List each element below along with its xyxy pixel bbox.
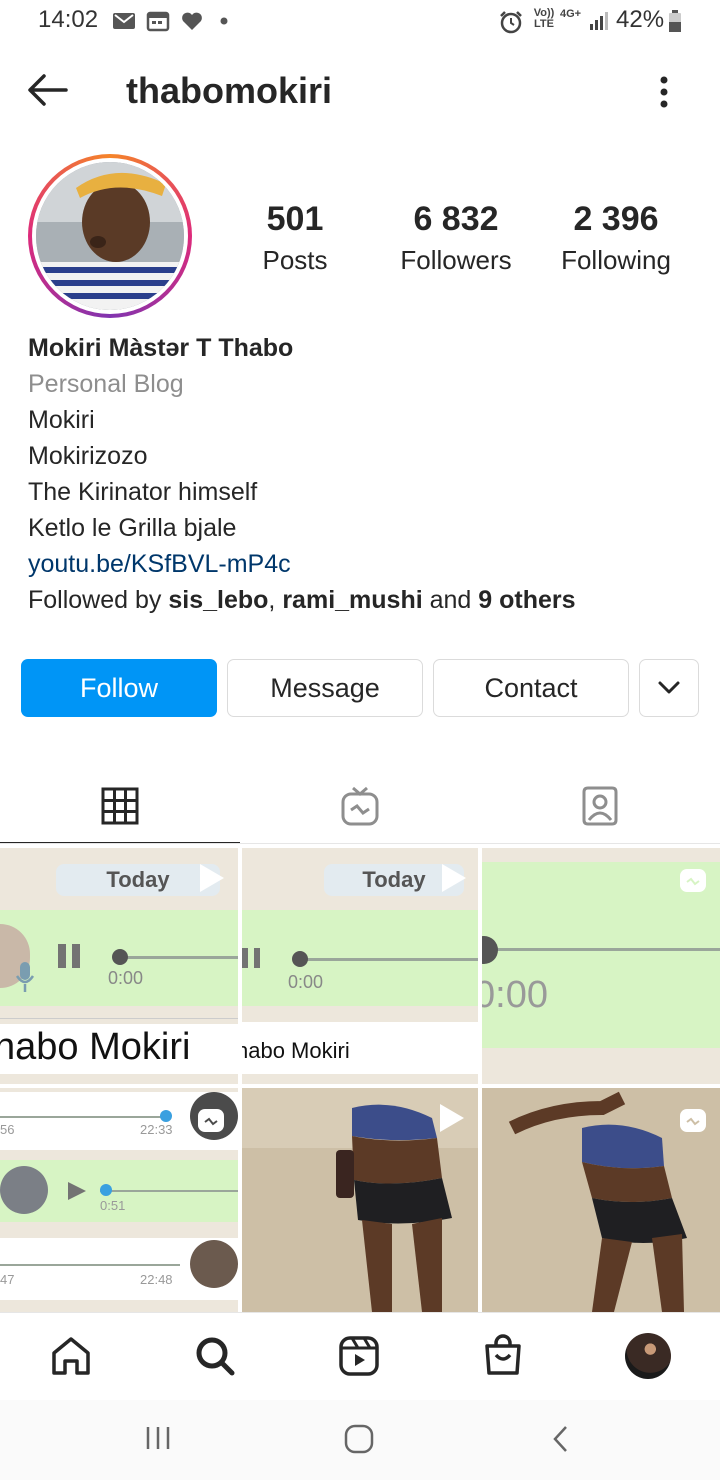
- shop-icon[interactable]: [482, 1333, 524, 1377]
- message-time: 56: [0, 1122, 15, 1137]
- stat-followers-label: Followers: [400, 245, 512, 275]
- igtv-icon: [341, 786, 379, 826]
- chat-avatar: [0, 1166, 48, 1214]
- signal-icon: [590, 12, 608, 30]
- header-username: thabomokiri: [126, 70, 333, 111]
- bio-line: The Kirinator himself: [28, 478, 258, 506]
- audio-time: 0:00: [288, 972, 324, 992]
- arrow-left-icon[interactable]: [26, 70, 70, 110]
- play-icon: [440, 1104, 464, 1132]
- contact-name: habo Mokiri: [0, 1026, 191, 1068]
- followed-by[interactable]: Followed by sis_lebo, rami_mushi and 9 o…: [28, 586, 576, 615]
- grid-icon: [101, 787, 139, 825]
- followed-by-user: rami_mushi: [282, 586, 423, 614]
- home-button-icon[interactable]: [344, 1424, 374, 1454]
- mail-icon: [113, 13, 135, 29]
- igtv-badge-icon: [198, 1109, 224, 1132]
- message-time: 47: [0, 1272, 15, 1287]
- audio-track: [490, 948, 720, 951]
- profile-avatar[interactable]: [28, 154, 192, 318]
- grid-post[interactable]: [242, 1088, 478, 1312]
- grid-post[interactable]: 56 22:33 0:51 47 22:48: [0, 1088, 238, 1312]
- play-icon: [200, 864, 224, 892]
- recent-apps-icon[interactable]: [144, 1424, 172, 1452]
- search-icon[interactable]: [194, 1335, 236, 1377]
- bio-line: Mokirizozo: [28, 442, 148, 470]
- suggested-accounts-button[interactable]: [639, 659, 699, 717]
- status-bar: 14:02 Vo)) LTE 4G+ 42%: [0, 0, 720, 44]
- follow-button[interactable]: Follow: [21, 659, 217, 717]
- tabs-divider: [0, 843, 720, 844]
- grid-post[interactable]: 0:00: [482, 848, 720, 1084]
- contact-name: habo Mokiri: [242, 1038, 350, 1063]
- grid-post[interactable]: Today 0:00 habo Mokiri: [0, 848, 238, 1084]
- audio-time: 0:51: [100, 1198, 126, 1213]
- audio-time: 0:00: [108, 968, 144, 988]
- profile-full-name: Mokiri Màstər T Thabo: [28, 334, 294, 362]
- stat-posts-value: 501: [266, 200, 324, 238]
- profile-category: Personal Blog: [28, 370, 184, 398]
- message-button[interactable]: Message: [227, 659, 423, 717]
- tagged-person-icon: [582, 786, 618, 826]
- bio-line: Ketlo le Grilla bjale: [28, 514, 237, 542]
- followed-by-prefix: Followed by: [28, 586, 169, 614]
- grid-post[interactable]: [482, 1088, 720, 1312]
- audio-time: 0:00: [482, 974, 548, 1016]
- followed-by-user: sis_lebo: [168, 586, 269, 614]
- play-icon: [68, 1182, 86, 1200]
- profile-avatar[interactable]: [625, 1333, 671, 1379]
- stat-followers-value: 6 832: [413, 200, 499, 238]
- followed-by-others: 9 others: [478, 586, 576, 614]
- stat-following-value: 2 396: [573, 200, 659, 238]
- alarm-icon: [500, 11, 522, 34]
- home-icon[interactable]: [50, 1335, 92, 1377]
- audio-track: [300, 958, 478, 961]
- grid-post[interactable]: Today 0:00 habo Mokiri: [242, 848, 478, 1084]
- audio-scrubber: [292, 951, 308, 967]
- audio-track: [118, 956, 238, 959]
- stat-following[interactable]: 2 396 Following: [531, 200, 701, 276]
- pause-icon: [242, 948, 260, 968]
- stat-following-label: Following: [561, 245, 671, 275]
- chat-avatar: [190, 1240, 238, 1288]
- audio-scrubber: [112, 949, 128, 965]
- tab-grid[interactable]: [0, 770, 240, 844]
- status-time: 14:02: [38, 6, 99, 33]
- message-time: 22:33: [140, 1122, 173, 1137]
- profile-link[interactable]: youtu.be/KSfBVL-mP4c: [28, 550, 291, 579]
- stat-followers[interactable]: 6 832 Followers: [371, 200, 541, 276]
- volte-indicator: Vo)) LTE: [533, 7, 555, 30]
- system-navigation-bar: [0, 1400, 720, 1480]
- igtv-badge-icon: [680, 869, 706, 892]
- reels-icon[interactable]: [338, 1335, 380, 1377]
- contact-button[interactable]: Contact: [433, 659, 629, 717]
- stat-posts-label: Posts: [262, 245, 328, 275]
- play-icon: [442, 864, 466, 892]
- followed-by-and: and: [422, 586, 479, 614]
- igtv-badge-icon: [680, 1109, 706, 1132]
- pause-icon: [58, 944, 80, 968]
- battery-percent: 42%: [616, 6, 665, 33]
- calendar-icon: [146, 11, 170, 32]
- heart-icon: [182, 12, 202, 30]
- message-time: 22:48: [140, 1272, 173, 1287]
- chevron-down-icon: [658, 681, 680, 694]
- tab-igtv[interactable]: [240, 770, 480, 842]
- followed-by-sep: ,: [268, 586, 283, 614]
- bottom-navigation: [0, 1312, 720, 1401]
- dot-icon: [220, 17, 228, 25]
- vertical-ellipsis-icon[interactable]: [650, 72, 678, 112]
- network-type: 4G+: [560, 8, 582, 20]
- tab-tagged[interactable]: [480, 770, 720, 842]
- avatar-photo: [36, 162, 184, 310]
- bio-line: Mokiri: [28, 406, 95, 434]
- microphone-icon: [15, 962, 35, 992]
- back-button-icon[interactable]: [550, 1424, 572, 1454]
- stat-posts[interactable]: 501 Posts: [210, 200, 380, 276]
- battery-icon: [669, 10, 681, 32]
